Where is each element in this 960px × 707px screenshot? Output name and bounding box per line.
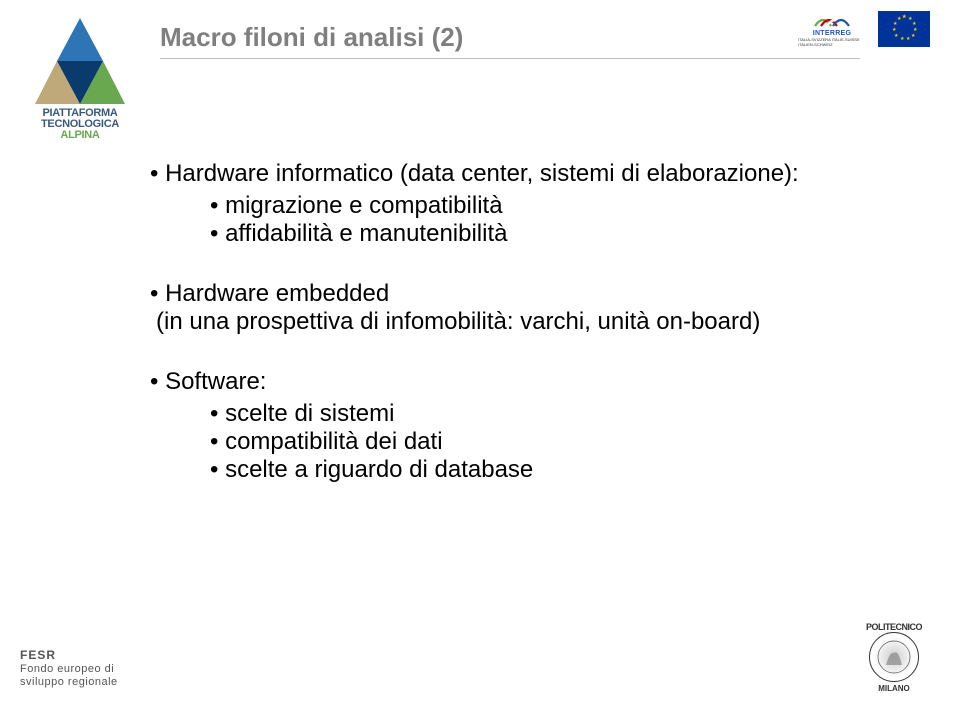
pta-line3: ALPINA [20,130,140,141]
fesr-line3: sviluppo regionale [20,676,118,689]
sub-bullet: affidabilità e manutenibilità [210,220,870,248]
seal-figure-icon [876,639,912,675]
slide-body: Hardware informatico (data center, siste… [150,160,870,516]
sub-bullet: scelte a riguardo di database [210,456,870,484]
poli-bottom: MILANO [852,684,936,693]
header-logos: INTERREG ITALIA-SVIZZERA ITALIE-SUISSE I… [798,8,930,50]
interreg-waves-icon [813,12,851,30]
logo-piattaforma: PIATTAFORMA TECNOLOGICA ALPINA [20,18,140,141]
logo-politecnico: POLITECNICO MILANO [852,623,936,693]
title-divider [160,58,860,59]
seal-icon [869,632,919,682]
sub-bullet: migrazione e compatibilità [210,192,870,220]
page-title: Macro filoni di analisi (2) [160,22,463,53]
bullet-text: Software: [165,368,266,395]
triangle-icon [35,18,125,104]
logo-interreg: INTERREG ITALIA-SVIZZERA ITALIE-SUISSE I… [798,8,866,50]
logo-eu-flag: ★ ★ ★ ★ ★ ★ ★ ★ ★ ★ ★ ★ [878,11,930,47]
fesr-label: FESR [20,648,118,662]
poli-top: POLITECNICO [852,623,936,632]
fesr-line2: Fondo europeo di [20,663,118,676]
eu-stars-icon: ★ ★ ★ ★ ★ ★ ★ ★ ★ ★ ★ ★ [891,16,917,42]
slide-header: Macro filoni di analisi (2) [160,22,860,53]
sub-bullet: scelte di sistemi [210,400,870,428]
sub-bullet: compatibilità dei dati [210,428,870,456]
bullet-item: Hardware informatico (data center, siste… [150,160,870,248]
bullet-text: Hardware embedded [165,280,389,307]
bullet-item: Software: scelte di sistemi compatibilit… [150,368,870,484]
bullet-inline: (in una prospettiva di infomobilità: var… [156,308,760,335]
bullet-item: Hardware embedded (in una prospettiva di… [150,280,870,336]
interreg-sub: ITALIA-SVIZZERA ITALIE-SUISSE ITALIEN-SC… [798,37,866,47]
interreg-label: INTERREG [813,30,852,37]
bullet-text: Hardware informatico (data center, siste… [165,160,799,187]
footer-fesr: FESR Fondo europeo di sviluppo regionale [20,648,118,689]
